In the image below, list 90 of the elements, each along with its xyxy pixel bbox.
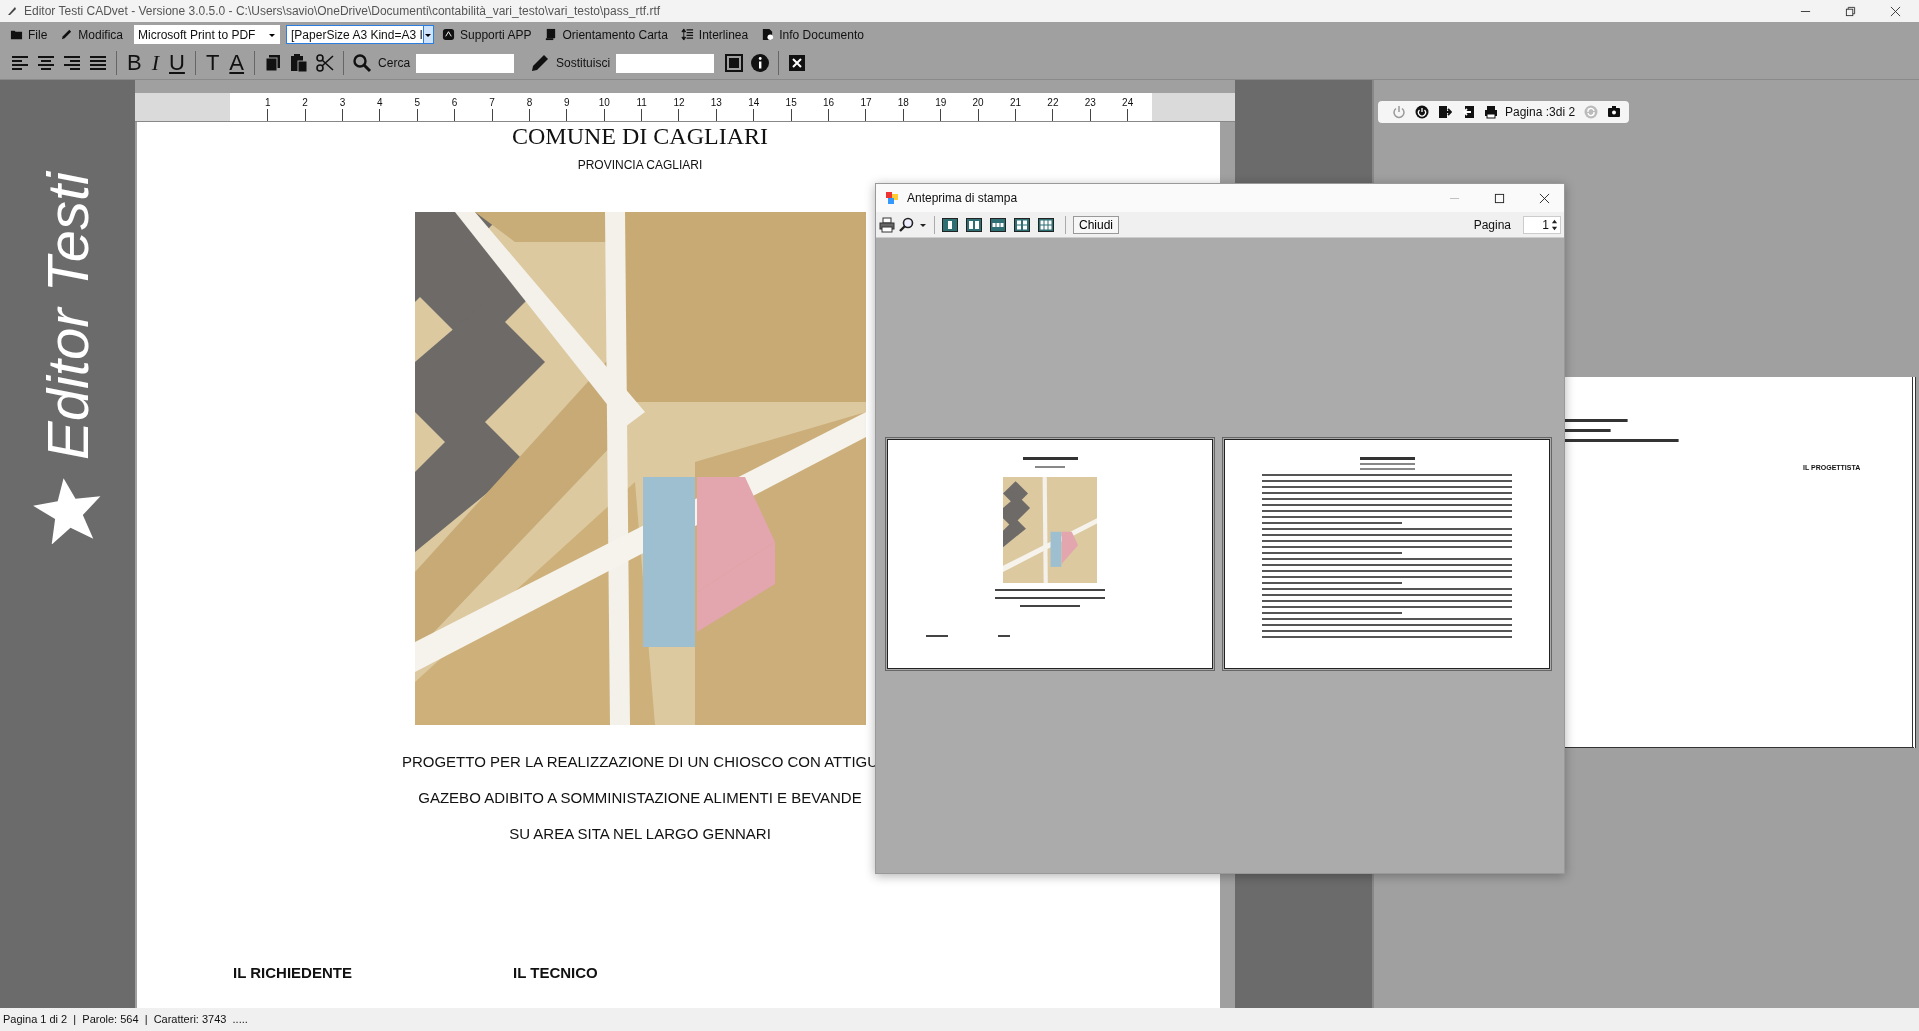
document-heading: COMUNE DI CAGLIARI — [512, 122, 768, 150]
folder-icon — [10, 28, 23, 41]
two-pages-icon[interactable] — [966, 217, 982, 232]
app-icon — [6, 5, 18, 17]
document-info-menu[interactable]: Info Documento — [757, 25, 871, 44]
ruler-number: 11 — [636, 97, 647, 109]
paste-icon[interactable] — [289, 53, 310, 73]
ruler-number: 24 — [1122, 97, 1134, 109]
app-support-menu[interactable]: Supporti APP — [438, 25, 539, 44]
signature-label: IL RICHIEDENTE — [233, 964, 353, 981]
orientation-menu[interactable]: Orientamento Carta — [540, 25, 675, 44]
app-icon — [442, 28, 456, 41]
six-pages-icon[interactable] — [1038, 217, 1054, 232]
info-icon[interactable] — [750, 53, 771, 73]
export-icon[interactable] — [1438, 105, 1452, 119]
camera-icon[interactable] — [1607, 105, 1622, 119]
close-icon[interactable] — [1890, 5, 1901, 17]
page-icon — [544, 28, 558, 41]
status-bar: Pagina 1 di 2 | Parole: 564 | Caratteri: 3743 ..... — [0, 1008, 1919, 1031]
zoom-icon[interactable] — [899, 216, 915, 233]
ruler-number: 9 — [564, 97, 570, 109]
edit-menu[interactable]: Modifica — [56, 25, 131, 44]
paper-size-select[interactable]: [PaperSize A3 Kind=A3 I — [286, 25, 435, 44]
pencil-icon — [60, 28, 74, 41]
ruler-number: 23 — [1084, 97, 1096, 109]
window-title: Editor Testi CADvet - Versione 3.0.5.0 - C:\Users\savio\OneDrive\Documenti\contabilità_vari_testo\vari_testo\pass_rtf.rtf — [24, 4, 661, 18]
ruler-number: 10 — [598, 97, 610, 109]
ruler-number: 7 — [489, 97, 495, 109]
ruler-number: 6 — [451, 97, 458, 109]
underline-button[interactable]: U — [167, 51, 187, 75]
ruler-number: 19 — [935, 97, 947, 109]
italic-button[interactable]: I — [149, 51, 161, 75]
ruler-number: 4 — [377, 97, 383, 109]
page-label: Pagina — [1473, 217, 1511, 232]
ruler-number: 12 — [673, 97, 685, 109]
ruler-number: 3 — [339, 97, 346, 109]
ruler-number: 1 — [264, 97, 271, 109]
pencil-icon[interactable] — [530, 53, 551, 73]
ruler-number: 5 — [414, 97, 421, 109]
close-icon[interactable] — [1539, 192, 1550, 204]
project-title-line: SU AREA SITA NEL LARGO GENNARI — [509, 824, 771, 844]
ruler-number: 22 — [1047, 97, 1059, 109]
ruler-number: 8 — [526, 97, 533, 109]
print-icon[interactable] — [879, 216, 895, 233]
print-icon[interactable] — [1484, 105, 1498, 119]
restore-icon[interactable] — [1845, 5, 1856, 17]
app-icon — [885, 191, 899, 205]
replace-label: Sostituisci — [556, 56, 611, 70]
font-color-button[interactable]: A — [227, 51, 247, 75]
document-subheading: PROVINCIA CAGLIARI — [577, 158, 703, 172]
close-button[interactable]: Chiudi — [1073, 215, 1120, 234]
ruler-number: 15 — [785, 97, 797, 109]
document-icon — [761, 28, 775, 41]
ruler-number: 21 — [1009, 97, 1022, 109]
one-page-icon[interactable] — [942, 217, 958, 232]
import-icon[interactable] — [1461, 105, 1475, 119]
signature-label: IL TECNICO — [513, 964, 599, 981]
ruler-number: 2 — [302, 97, 308, 109]
power-icon[interactable] — [1415, 105, 1429, 119]
close-icon[interactable] — [787, 53, 808, 73]
maximize-icon[interactable] — [1494, 192, 1505, 204]
align-right-icon[interactable] — [62, 53, 82, 73]
font-button[interactable]: T — [203, 51, 222, 75]
file-menu[interactable]: File — [6, 25, 55, 44]
search-label: Cerca — [378, 56, 411, 70]
project-title-line: GAZEBO ADIBITO A SOMMINISTAZIONE ALIMENTI E BEVANDE — [418, 788, 862, 808]
ruler-number: 17 — [860, 97, 872, 109]
line-spacing-icon — [680, 28, 694, 41]
ruler-number: 20 — [972, 97, 984, 109]
four-pages-icon[interactable] — [1014, 217, 1030, 232]
app-logo-title: Editor Testi — [36, 172, 99, 460]
search-icon[interactable] — [352, 53, 373, 73]
bold-button[interactable]: B — [125, 51, 144, 75]
three-pages-icon[interactable] — [990, 217, 1006, 232]
page-spinner[interactable]: 1 — [1523, 215, 1561, 234]
page-counter: Pagina :3di 2 — [1505, 105, 1576, 119]
replace-field[interactable] — [616, 53, 715, 73]
printer-select[interactable]: Microsoft Print to PDF — [134, 25, 281, 44]
ruler-number: 18 — [897, 97, 909, 109]
dialog-title: Anteprima di stampa — [907, 191, 1018, 205]
search-field[interactable] — [416, 53, 515, 73]
justify-icon[interactable] — [88, 53, 108, 73]
align-center-icon[interactable] — [36, 53, 56, 73]
ruler-number: 16 — [823, 97, 835, 109]
ruler-number: 14 — [748, 97, 760, 109]
ruler-number: 13 — [710, 97, 722, 109]
align-left-icon[interactable] — [10, 53, 30, 73]
cut-icon[interactable] — [315, 53, 336, 73]
fullscreen-icon[interactable] — [724, 53, 745, 73]
line-spacing-menu[interactable]: Interlinea — [676, 25, 756, 44]
